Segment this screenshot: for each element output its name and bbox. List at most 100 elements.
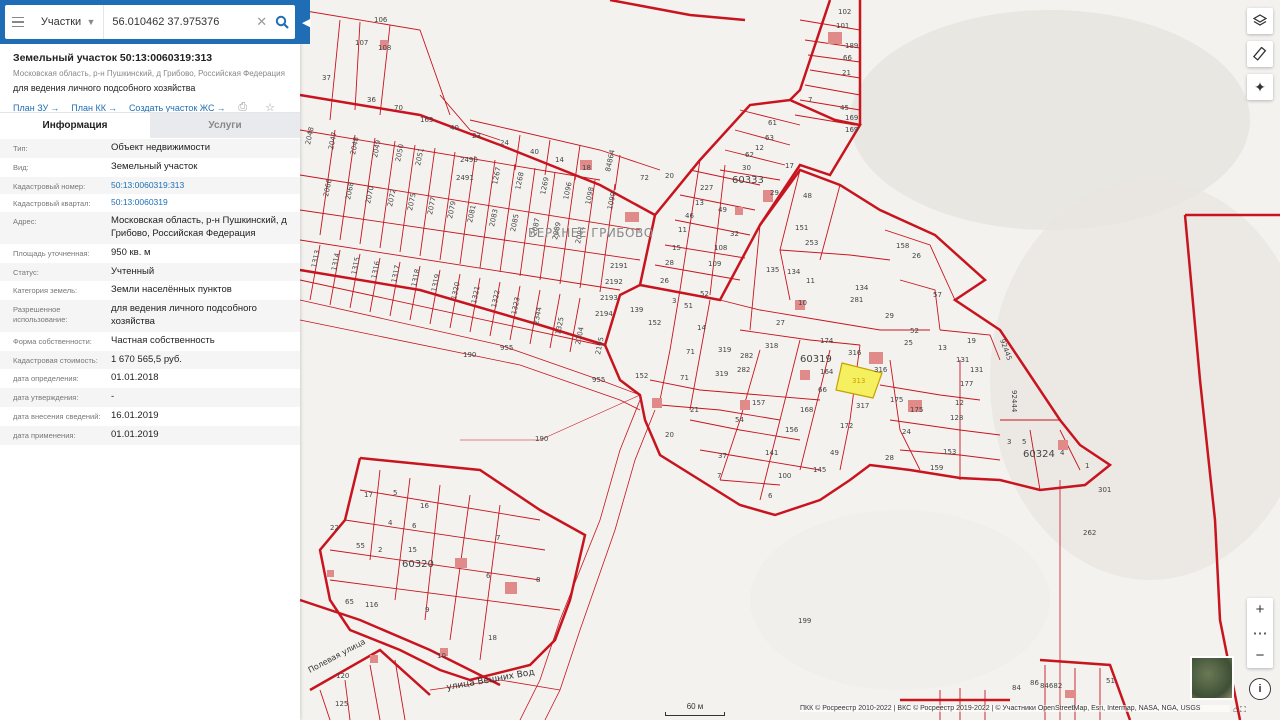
quarter-label: 60324 (1023, 449, 1055, 460)
svg-text:22: 22 (330, 524, 339, 532)
info-value: 1 670 565,5 руб. (111, 353, 182, 365)
basemap-switcher[interactable] (1190, 656, 1234, 700)
svg-text:45: 45 (840, 104, 849, 112)
footer-icons: ⌂ ⛶ (1233, 705, 1246, 715)
info-label: Кадастровая стоимость: (13, 355, 98, 365)
svg-text:7: 7 (808, 96, 812, 104)
more-icon[interactable]: ⋯ (1247, 621, 1273, 644)
svg-text:281: 281 (850, 296, 863, 304)
tab-information[interactable]: Информация (0, 113, 150, 138)
svg-text:955: 955 (592, 376, 605, 384)
menu-icon[interactable] (5, 5, 31, 39)
svg-text:11: 11 (806, 277, 815, 285)
svg-text:55: 55 (356, 542, 365, 550)
tab-services[interactable]: Услуги (150, 113, 300, 138)
svg-text:134: 134 (787, 268, 801, 276)
parcel-usage: для ведения личного подсобного хозяйства (13, 83, 196, 93)
info-icon[interactable]: i (1249, 678, 1271, 700)
svg-text:319: 319 (715, 370, 728, 378)
svg-text:2192: 2192 (605, 278, 623, 286)
locate-button[interactable]: ✦ (1247, 74, 1273, 100)
svg-text:175: 175 (910, 406, 923, 414)
layers-button[interactable] (1247, 8, 1273, 34)
svg-text:174: 174 (820, 337, 834, 345)
svg-text:49: 49 (830, 449, 839, 457)
measure-button[interactable] (1247, 41, 1273, 67)
parcel-title: Земельный участок 50:13:0060319:313 (13, 52, 213, 64)
svg-text:253: 253 (805, 239, 818, 247)
info-value: для ведения личного подсобного хозяйства (111, 303, 257, 327)
fullscreen-icon[interactable]: ⛶ (1240, 705, 1246, 714)
plan-zu-link[interactable]: План ЗУ → (13, 103, 59, 113)
svg-text:30: 30 (742, 164, 751, 172)
home-icon[interactable]: ⌂ (1233, 705, 1238, 714)
svg-text:62: 62 (745, 151, 754, 159)
svg-text:157: 157 (752, 399, 765, 407)
create-plot-link[interactable]: Создать участок ЖС → (129, 103, 226, 113)
svg-text:189: 189 (845, 42, 858, 50)
search-input[interactable] (104, 5, 255, 39)
svg-text:18: 18 (582, 164, 591, 172)
svg-text:168: 168 (800, 406, 813, 414)
info-label: Вид: (13, 162, 29, 172)
info-label: дата утверждения: (13, 393, 79, 403)
clear-icon[interactable]: ✕ (254, 14, 269, 30)
svg-text:120: 120 (336, 672, 349, 680)
svg-text:282: 282 (740, 352, 753, 360)
svg-text:63: 63 (765, 134, 774, 142)
info-value: 01.01.2018 (111, 372, 159, 384)
zoom-out-button[interactable]: − (1247, 644, 1273, 667)
zoom-in-button[interactable]: + (1247, 598, 1273, 621)
info-value: Объект недвижимости (111, 142, 211, 153)
svg-text:66: 66 (818, 386, 827, 394)
info-value: Земельный участок (111, 160, 198, 172)
info-row: Статус: Учтенный (0, 262, 300, 282)
svg-text:6: 6 (412, 522, 417, 530)
quarter-label: 60333 (732, 175, 764, 186)
svg-text:84: 84 (1012, 684, 1021, 692)
svg-text:3: 3 (1007, 438, 1011, 446)
svg-text:12: 12 (755, 144, 764, 152)
cadastral-map-app: 106 107 108 37 36 70 163 40 23 24 40 14 18 72 20 1… (0, 0, 1280, 720)
search-button[interactable] (269, 5, 295, 39)
scale-bar: 60 м (665, 702, 725, 716)
svg-text:16: 16 (420, 502, 429, 510)
svg-text:190: 190 (535, 435, 548, 443)
info-label: дата внесения сведений: (13, 412, 101, 422)
info-label: Категория земель: (13, 286, 78, 296)
plan-kk-link[interactable]: План КК → (71, 103, 117, 113)
svg-text:108: 108 (714, 244, 727, 252)
info-row: Площадь уточненная: 950 кв. м (0, 243, 300, 263)
info-row: дата применения: 01.01.2019 (0, 425, 300, 445)
info-row: Категория земель: Земли населённых пункто… (0, 281, 300, 301)
svg-text:92444: 92444 (1010, 390, 1018, 413)
layer-select[interactable]: Участки ▼ (31, 5, 105, 39)
info-value-link[interactable]: 50:13:0060319:313 (111, 180, 300, 192)
svg-text:301: 301 (1098, 486, 1111, 494)
svg-text:57: 57 (933, 291, 942, 299)
svg-text:28: 28 (665, 259, 674, 267)
svg-text:72: 72 (640, 174, 649, 182)
tab-bar: Информация Услуги (0, 112, 300, 138)
svg-text:21: 21 (690, 406, 699, 414)
info-value: - (111, 391, 115, 403)
svg-text:66: 66 (843, 54, 852, 62)
svg-text:125: 125 (335, 700, 348, 708)
info-table: Тип: Объект недвижимости Вид: Земельный уча… (0, 139, 300, 445)
svg-text:159: 159 (930, 464, 943, 472)
locality-label: ВЕРХНЕЕ ГРИБОВО (528, 226, 654, 240)
layers-icon (1253, 14, 1267, 26)
svg-text:28: 28 (885, 454, 894, 462)
svg-text:10: 10 (437, 652, 446, 660)
svg-text:10: 10 (798, 299, 807, 307)
info-row: Разрешенное использование: для ведения ли… (0, 300, 300, 332)
svg-text:227: 227 (700, 184, 713, 192)
svg-text:24: 24 (902, 428, 911, 436)
info-value-link[interactable]: 50:13:0060319 (111, 197, 300, 209)
svg-text:955: 955 (500, 344, 513, 352)
collapse-panel-icon[interactable]: ◀ (302, 16, 310, 29)
info-row: Форма собственности: Частная собственност… (0, 331, 300, 351)
svg-text:319: 319 (718, 346, 731, 354)
svg-text:8: 8 (536, 576, 540, 584)
svg-text:158: 158 (896, 242, 909, 250)
